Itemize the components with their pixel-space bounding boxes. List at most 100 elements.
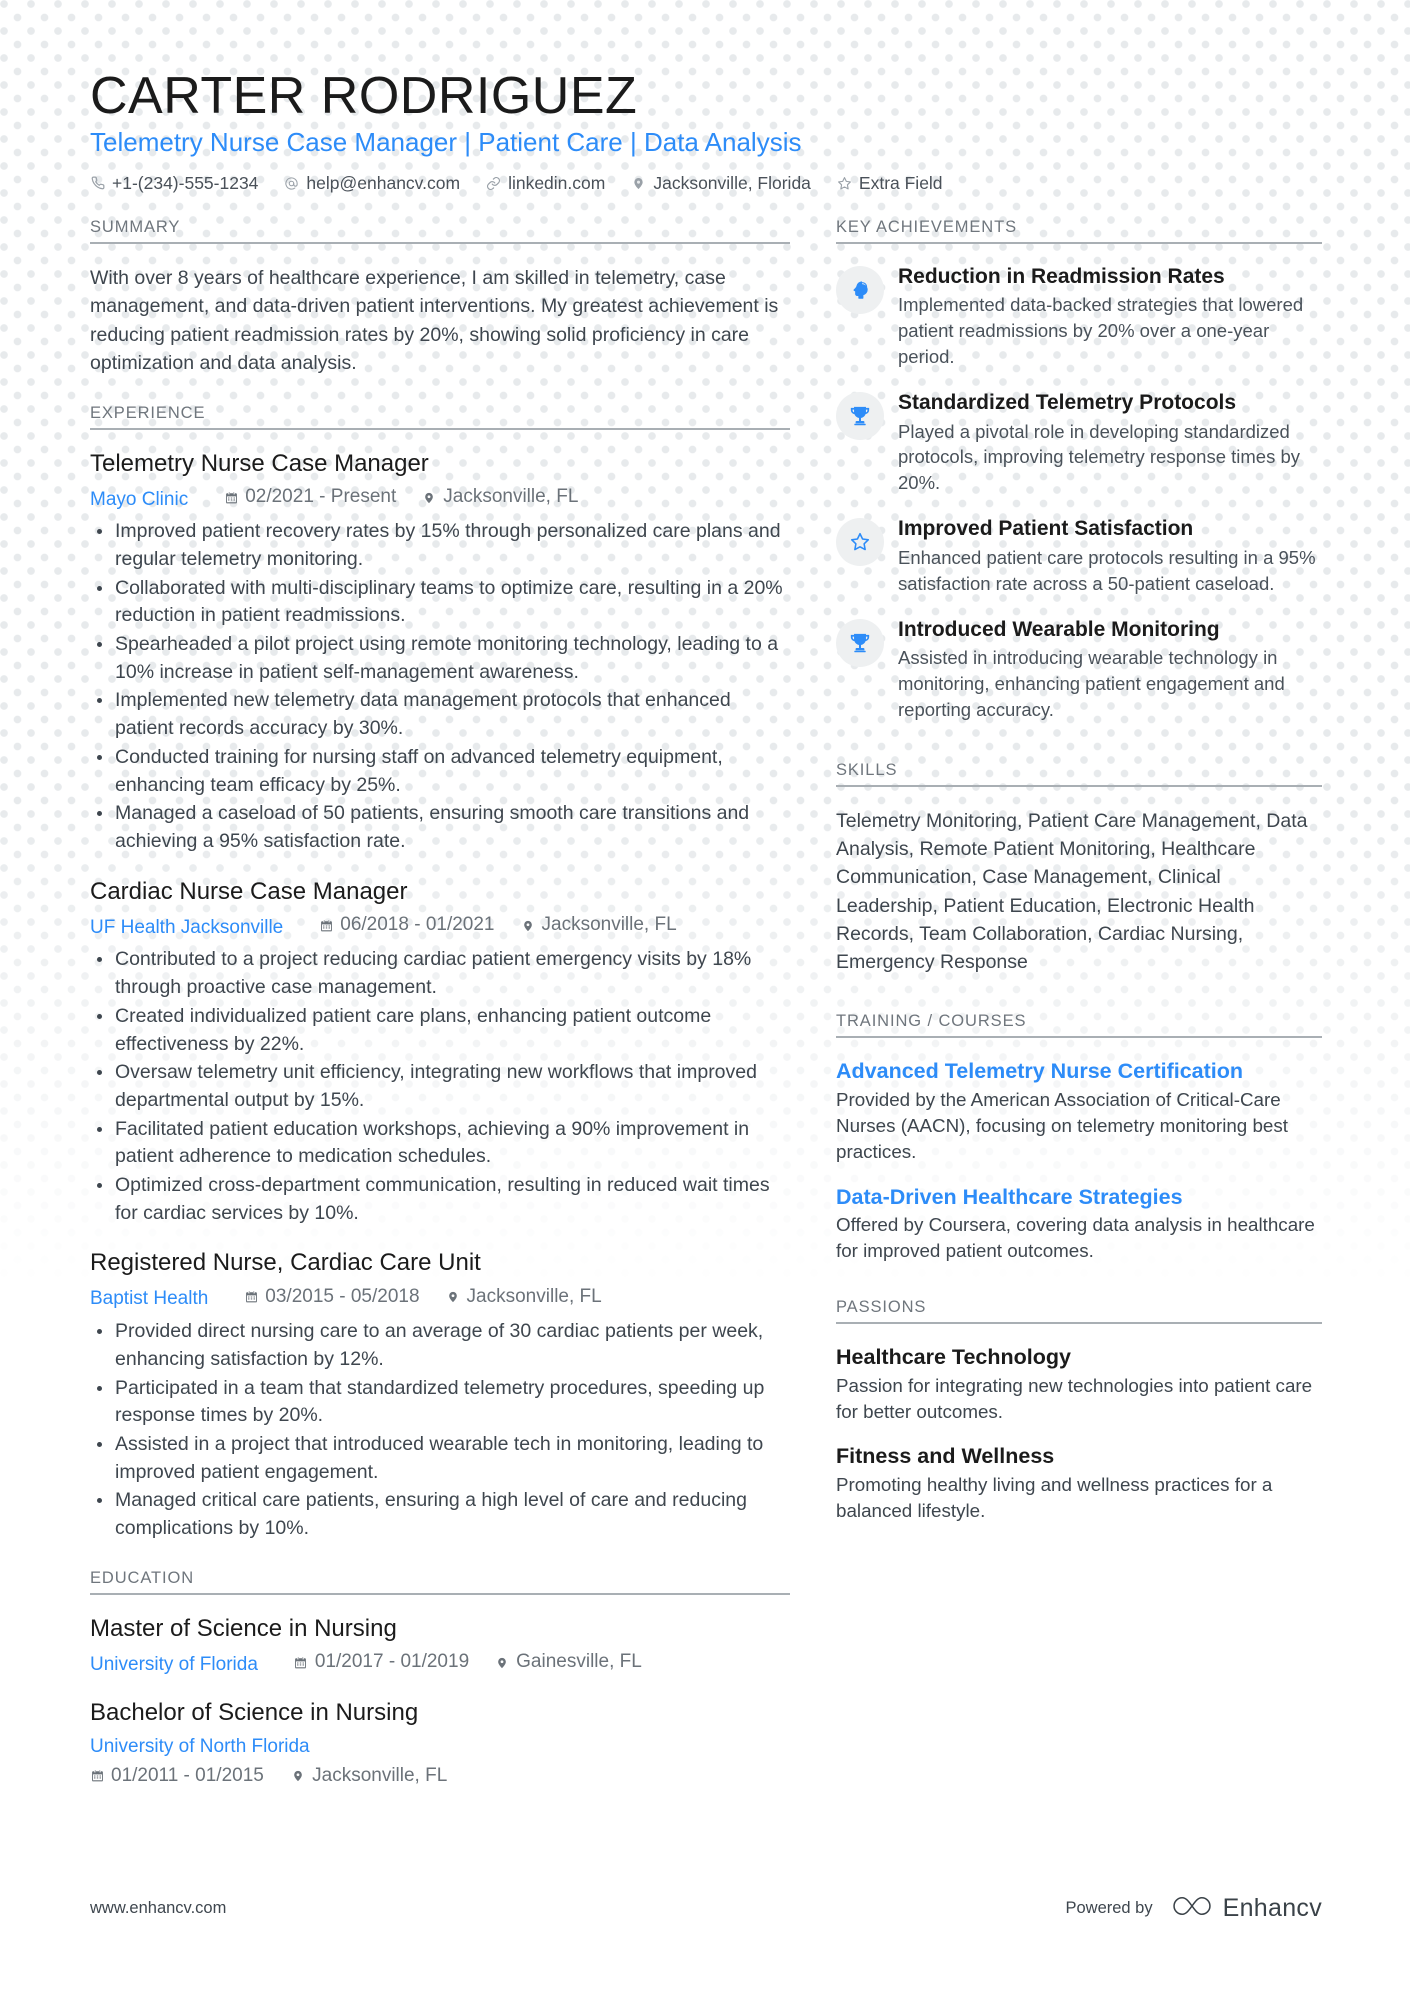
bullet-item: Managed critical care patients, ensuring… — [90, 1487, 790, 1542]
contact-extra-field[interactable]: Extra Field — [837, 173, 943, 194]
experience-meta: Mayo Clinic 02/2021 - Present Jacksonvil… — [90, 485, 790, 512]
skills-section-title: SKILLS — [836, 761, 1322, 787]
achievement-body: Standardized Telemetry Protocols Played … — [898, 390, 1322, 496]
education-degree: Master of Science in Nursing — [90, 1614, 397, 1642]
achievement-item: Improved Patient Satisfaction Enhanced p… — [836, 516, 1322, 596]
footer-website-url[interactable]: www.enhancv.com — [90, 1899, 226, 1918]
education-location-text: Gainesville, FL — [516, 1651, 642, 1673]
calendar-icon — [244, 1289, 258, 1305]
passion-item: Healthcare Technology Passion for integr… — [836, 1344, 1322, 1425]
bullet-item: Oversaw telemetry unit efficiency, integ… — [90, 1059, 790, 1114]
achievement-title: Improved Patient Satisfaction — [898, 517, 1194, 541]
contact-extra-field-text: Extra Field — [858, 172, 943, 193]
experience-bullets: Improved patient recovery rates by 15% t… — [90, 518, 790, 855]
experience-entry: Cardiac Nurse Case Manager UF Health Jac… — [90, 878, 790, 1228]
right-column: KEY ACHIEVEMENTS Reduction in Readmissio… — [836, 218, 1322, 1551]
bullet-item: Collaborated with multi-disciplinary tea… — [90, 575, 790, 630]
contact-linkedin[interactable]: linkedin.com — [486, 173, 605, 194]
passion-title: Fitness and Wellness — [836, 1444, 1055, 1469]
experience-role: Registered Nurse, Cardiac Care Unit — [90, 1249, 481, 1277]
resume-page: CARTER RODRIGUEZ Telemetry Nurse Case Ma… — [0, 0, 1410, 1995]
experience-entry: Registered Nurse, Cardiac Care Unit Bapt… — [90, 1249, 790, 1542]
experience-dates: 02/2021 - Present — [224, 485, 396, 510]
bullet-item: Managed a caseload of 50 patients, ensur… — [90, 800, 790, 855]
achievement-item: Reduction in Readmission Rates Implement… — [836, 264, 1322, 370]
contact-phone[interactable]: +1-(234)-555-1234 — [90, 173, 258, 194]
candidate-headline: Telemetry Nurse Case Manager | Patient C… — [90, 127, 802, 158]
course-description: Offered by Coursera, covering data analy… — [836, 1213, 1315, 1262]
achievement-body: Improved Patient Satisfaction Enhanced p… — [898, 516, 1322, 596]
education-meta: University of North Florida 01/2011 - 01… — [90, 1735, 790, 1791]
education-dates: 01/2011 - 01/2015 — [90, 1764, 264, 1789]
achievement-icon-badge — [836, 618, 884, 667]
summary-section-title: SUMMARY — [90, 218, 790, 244]
bullet-item: Facilitated patient education workshops,… — [90, 1116, 790, 1171]
experience-dates-text: 06/2018 - 01/2021 — [340, 914, 495, 936]
training-section-title: TRAINING / COURSES — [836, 1012, 1322, 1039]
education-entry: Master of Science in Nursing University … — [90, 1615, 790, 1678]
section-summary: SUMMARY With over 8 years of healthcare … — [90, 218, 790, 378]
at-email-icon — [284, 175, 299, 191]
experience-location: Jacksonville, FL — [446, 1285, 602, 1310]
achievement-icon-badge — [836, 391, 884, 440]
bullet-item: Conducted training for nursing staff on … — [90, 744, 790, 799]
experience-organization[interactable]: Baptist Health — [90, 1287, 208, 1312]
achievement-icon-badge — [836, 265, 884, 314]
achievements-section-title: KEY ACHIEVEMENTS — [836, 218, 1322, 244]
powered-by-label: Powered by — [1065, 1899, 1153, 1917]
infinity-logo-icon — [1171, 1894, 1213, 1923]
education-location: Gainesville, FL — [495, 1650, 642, 1675]
location-pin-icon — [495, 1655, 509, 1671]
contact-email[interactable]: help@enhancv.com — [284, 173, 460, 194]
bullet-item: Participated in a team that standardized… — [90, 1375, 790, 1430]
passion-title: Healthcare Technology — [836, 1345, 1071, 1370]
course-title[interactable]: Data-Driven Healthcare Strategies — [836, 1184, 1322, 1210]
education-institution[interactable]: University of Florida — [90, 1653, 258, 1678]
experience-organization[interactable]: Mayo Clinic — [90, 488, 188, 513]
experience-organization[interactable]: UF Health Jacksonville — [90, 916, 283, 941]
contact-linkedin-text: linkedin.com — [508, 172, 606, 193]
calendar-icon — [294, 1655, 308, 1671]
experience-entry: Telemetry Nurse Case Manager Mayo Clinic… — [90, 450, 790, 856]
passion-item: Fitness and Wellness Promoting healthy l… — [836, 1443, 1322, 1524]
experience-location-text: Jacksonville, FL — [541, 914, 677, 936]
experience-meta: UF Health Jacksonville 06/2018 - 01/2021 — [90, 913, 790, 940]
education-degree: Bachelor of Science in Nursing — [90, 1699, 419, 1727]
resume-columns: SUMMARY With over 8 years of healthcare … — [90, 218, 1322, 1817]
course-title[interactable]: Advanced Telemetry Nurse Certification — [836, 1058, 1322, 1084]
bullet-item: Implemented new telemetry data managemen… — [90, 687, 790, 742]
bullet-item: Created individualized patient care plan… — [90, 1003, 790, 1058]
phone-icon — [90, 175, 105, 191]
bullet-item: Improved patient recovery rates by 15% t… — [90, 518, 790, 573]
section-skills: SKILLS Telemetry Monitoring, Patient Car… — [836, 761, 1322, 977]
experience-dates: 03/2015 - 05/2018 — [244, 1285, 420, 1310]
experience-bullets: Provided direct nursing care to an avera… — [90, 1318, 790, 1543]
section-education: EDUCATION Master of Science in Nursing U… — [90, 1569, 790, 1791]
contact-bar: +1-(234)-555-1234 help@enhancv.com linke… — [90, 173, 1322, 194]
calendar-icon — [90, 1768, 104, 1784]
education-institution[interactable]: University of North Florida — [90, 1735, 790, 1760]
skills-text: Telemetry Monitoring, Patient Care Manag… — [836, 809, 1308, 974]
section-training-courses: TRAINING / COURSES Advanced Telemetry Nu… — [836, 1012, 1322, 1264]
location-pin-icon — [446, 1289, 460, 1305]
contact-email-text: help@enhancv.com — [306, 172, 461, 193]
passion-description: Promoting healthy living and wellness pr… — [836, 1473, 1273, 1521]
achievement-description: Enhanced patient care protocols resultin… — [898, 546, 1316, 594]
resume-footer: www.enhancv.com Powered by Enhancv — [90, 1894, 1322, 1923]
summary-text: With over 8 years of healthcare experien… — [90, 266, 779, 375]
course-description: Provided by the American Association of … — [836, 1088, 1288, 1163]
enhancv-logo[interactable]: Enhancv — [1171, 1894, 1322, 1923]
achievement-item: Standardized Telemetry Protocols Played … — [836, 390, 1322, 496]
experience-role: Telemetry Nurse Case Manager — [90, 449, 429, 477]
education-dates-text: 01/2017 - 01/2019 — [314, 1651, 470, 1673]
trophy-icon — [849, 632, 871, 654]
contact-location[interactable]: Jacksonville, Florida — [631, 173, 811, 194]
resume-content: CARTER RODRIGUEZ Telemetry Nurse Case Ma… — [0, 0, 1410, 1817]
location-pin-icon — [291, 1768, 305, 1784]
resume-header: CARTER RODRIGUEZ Telemetry Nurse Case Ma… — [90, 68, 1322, 194]
education-location: Jacksonville, FL — [291, 1764, 447, 1789]
candidate-name: CARTER RODRIGUEZ — [90, 67, 638, 125]
education-entry: Bachelor of Science in Nursing Universit… — [90, 1699, 790, 1791]
bullet-item: Assisted in a project that introduced we… — [90, 1431, 790, 1486]
achievement-description: Implemented data-backed strategies that … — [898, 294, 1304, 368]
